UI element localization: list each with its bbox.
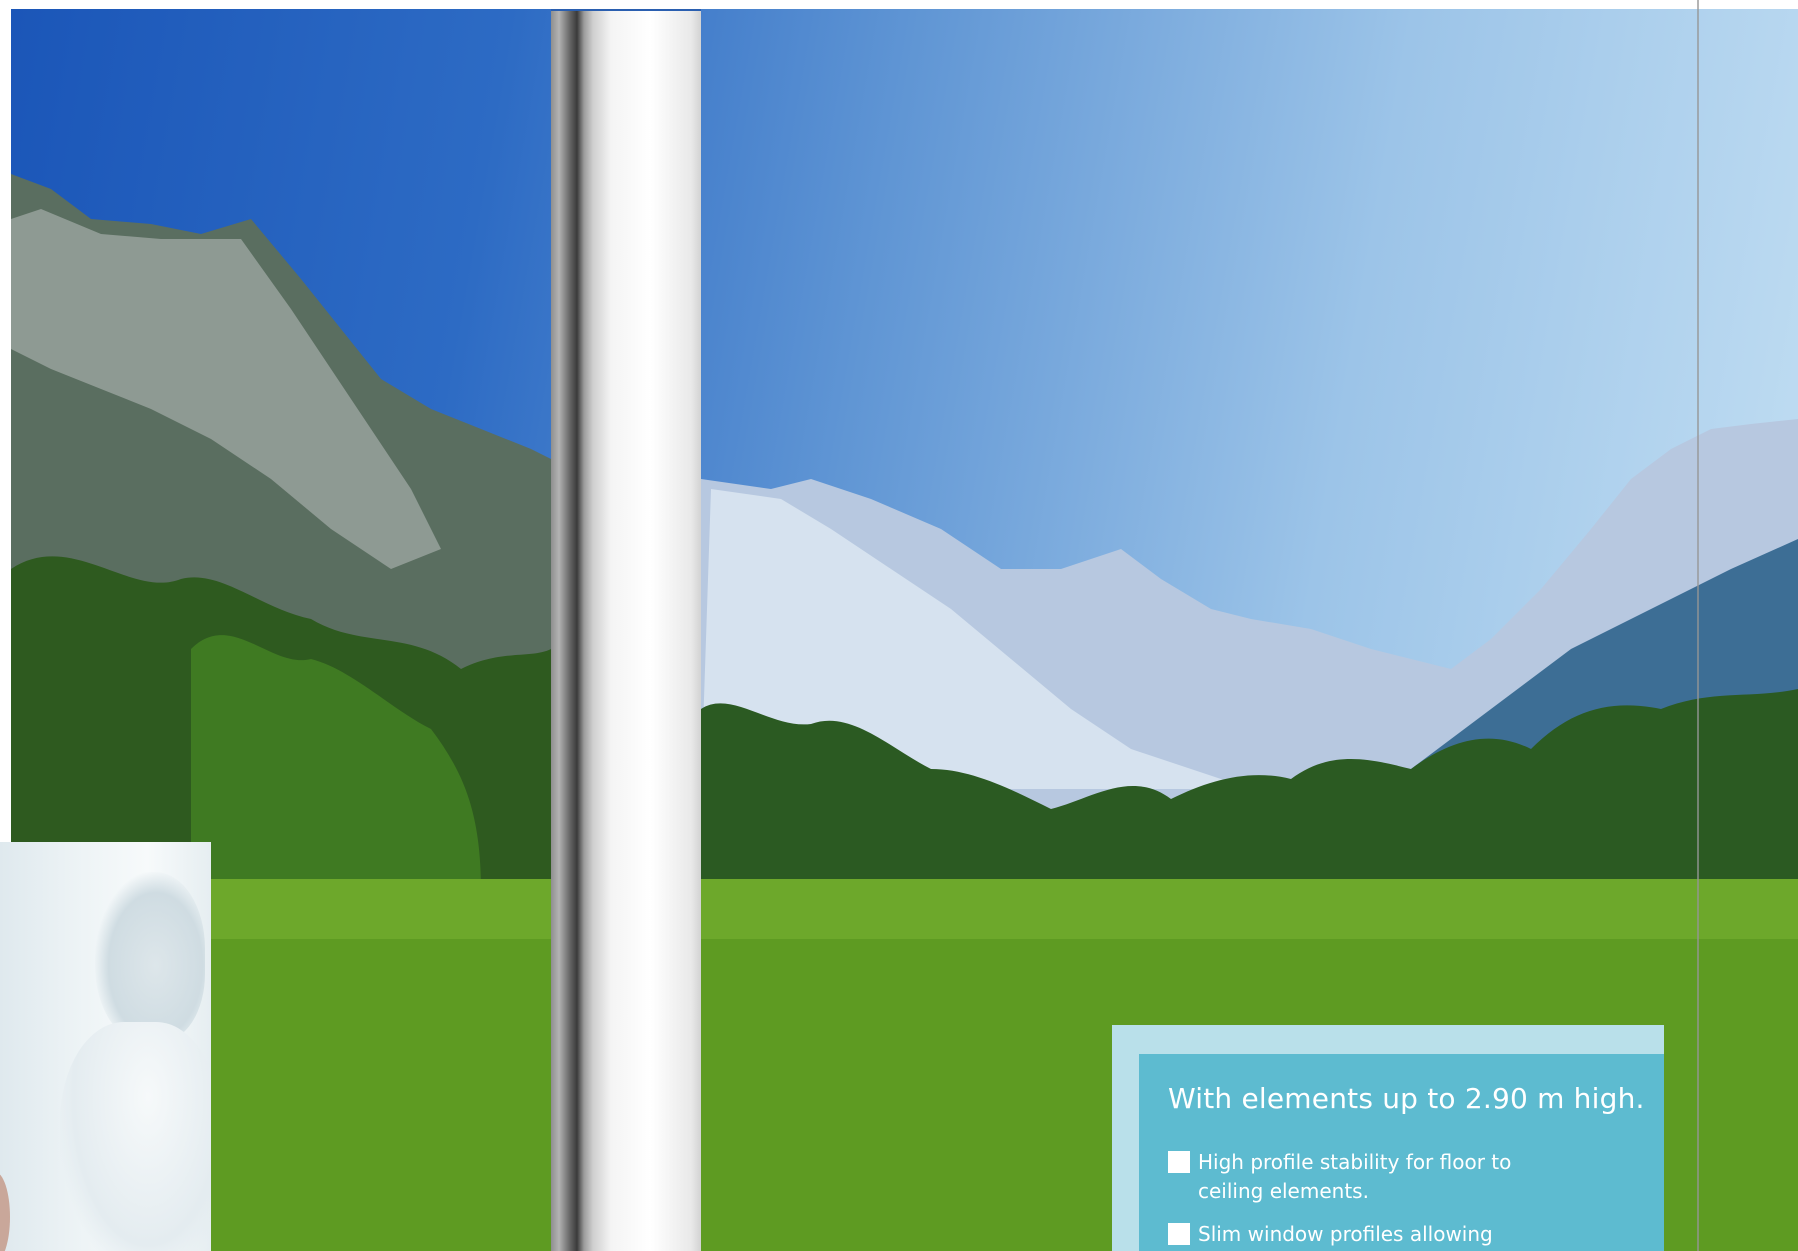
brochure-page: With elements up to 2.90 m high. High pr… xyxy=(0,0,1798,1251)
page-fold-line xyxy=(1697,0,1699,1251)
frame-top-edge xyxy=(551,9,701,11)
feature-item: Slim window profiles allowing xyxy=(1168,1220,1628,1249)
feature-list: High profile stability for floor to ceil… xyxy=(1168,1148,1628,1251)
info-box: With elements up to 2.90 m high. High pr… xyxy=(1139,1054,1664,1251)
interior-photo-inset xyxy=(0,842,211,1251)
window-profile-frame xyxy=(551,9,701,1251)
square-bullet-icon xyxy=(1168,1151,1190,1173)
feature-text-line2: ceiling elements. xyxy=(1198,1179,1369,1203)
meadow-highlight xyxy=(11,879,1798,939)
feature-text-line1: Slim window profiles allowing xyxy=(1198,1222,1493,1246)
person-head xyxy=(95,872,205,1042)
info-box-title: With elements up to 2.90 m high. xyxy=(1168,1082,1645,1115)
square-bullet-icon xyxy=(1168,1223,1190,1245)
hand-detail xyxy=(0,1172,10,1251)
person-body xyxy=(60,1022,211,1251)
feature-item: High profile stability for floor to ceil… xyxy=(1168,1148,1628,1206)
feature-text-line1: High profile stability for floor to xyxy=(1198,1150,1512,1174)
